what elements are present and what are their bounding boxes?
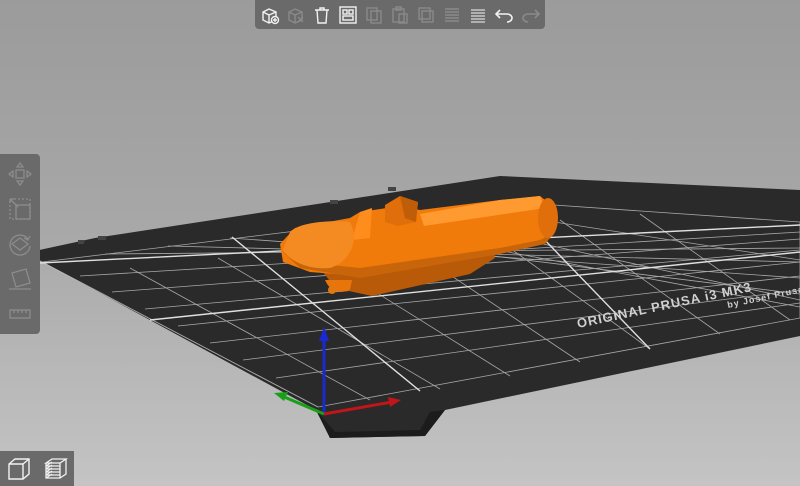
rotate-button[interactable] xyxy=(3,228,37,260)
undo-icon xyxy=(495,8,514,23)
copy-icon xyxy=(366,6,382,24)
view-switch xyxy=(0,451,74,486)
add-icon xyxy=(261,7,279,24)
scale-button[interactable] xyxy=(3,193,37,225)
delete-all-button[interactable] xyxy=(310,3,333,27)
place-on-face-button[interactable] xyxy=(3,263,37,295)
delete-icon xyxy=(288,7,304,24)
layers-editing-button[interactable] xyxy=(467,3,490,27)
preview-icon xyxy=(43,457,68,479)
delete-button[interactable] xyxy=(284,3,307,27)
top-toolbar xyxy=(255,0,545,29)
redo-icon xyxy=(521,8,540,23)
preview-button[interactable] xyxy=(40,453,72,485)
cut-button[interactable] xyxy=(3,298,37,330)
arrange-icon xyxy=(339,5,357,24)
rotate-icon xyxy=(9,234,31,256)
paste-button[interactable] xyxy=(388,3,411,27)
bed-tab xyxy=(330,200,338,204)
add-instance-button[interactable] xyxy=(415,3,438,27)
3d-viewport[interactable]: ORIGINAL PRUSA i3 MK3 by Josef Prusa xyxy=(0,0,800,486)
copy-button[interactable] xyxy=(362,3,385,27)
undo-button[interactable] xyxy=(493,3,516,27)
layers-editing-icon xyxy=(471,8,486,23)
3d-view-icon xyxy=(7,457,30,480)
arrange-button[interactable] xyxy=(336,3,359,27)
add-button[interactable] xyxy=(258,3,281,27)
move-icon xyxy=(7,161,33,187)
bed-tab xyxy=(78,240,84,244)
bed-tab xyxy=(388,187,396,191)
left-toolbar xyxy=(0,154,40,334)
redo-button[interactable] xyxy=(519,3,542,27)
add-instance-icon xyxy=(418,6,434,23)
cut-icon xyxy=(9,309,31,319)
split-to-objects-button[interactable] xyxy=(441,3,464,27)
delete-all-icon xyxy=(314,6,329,24)
3d-view-button[interactable] xyxy=(3,453,35,485)
bed-tab xyxy=(98,236,106,240)
move-button[interactable] xyxy=(3,158,37,190)
place-on-face-icon xyxy=(9,268,31,290)
split-to-objects-icon xyxy=(445,7,460,22)
paste-icon xyxy=(392,5,408,24)
scale-icon xyxy=(9,198,31,220)
y-axis-arrow xyxy=(274,392,288,401)
